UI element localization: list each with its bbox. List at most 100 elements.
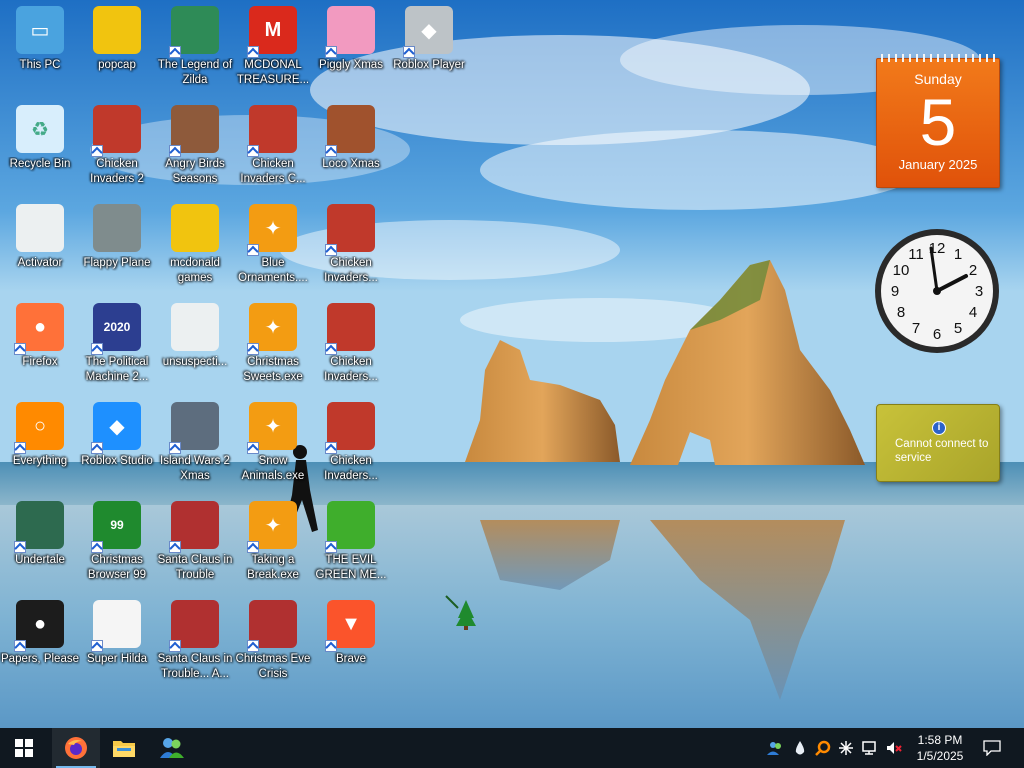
start-button[interactable] bbox=[0, 728, 48, 768]
desktop-icon[interactable]: 99 Christmas Browser 99 bbox=[77, 497, 157, 593]
desktop-icon-label: Chicken Invaders 2 bbox=[90, 158, 144, 185]
desktop-icon[interactable]: Loco Xmas bbox=[311, 101, 391, 197]
tray-search-icon[interactable] bbox=[815, 740, 831, 756]
desktop-icon[interactable]: Piggly Xmas bbox=[311, 2, 391, 98]
desktop-icon-label: Piggly Xmas bbox=[319, 59, 383, 71]
weather-gadget[interactable]: i Cannot connect to service bbox=[876, 404, 1000, 482]
svg-text:3: 3 bbox=[975, 283, 983, 300]
folder-icon bbox=[113, 741, 135, 757]
desktop-icon-label: Everything bbox=[12, 455, 68, 467]
santa-icon bbox=[169, 600, 219, 652]
svg-text:4: 4 bbox=[969, 304, 977, 321]
desktop-icon[interactable]: ✦ Snow Animals.exe bbox=[233, 398, 313, 494]
desktop-icon[interactable]: 2020 The Political Machine 2... bbox=[77, 299, 157, 395]
desktop-icon[interactable]: ♻ Recycle Bin bbox=[0, 101, 80, 197]
desktop-icon-label: Flappy Plane bbox=[83, 257, 151, 269]
desktop-icon[interactable]: ● Papers, Please bbox=[0, 596, 80, 692]
chicken-icon bbox=[325, 402, 375, 454]
desktop-icon[interactable]: ○ Everything bbox=[0, 398, 80, 494]
firefox-icon: ● bbox=[14, 303, 64, 355]
desktop-icon-label: Christmas Sweets.exe bbox=[243, 356, 303, 383]
taskbar-messenger[interactable] bbox=[148, 728, 196, 768]
shortcut-arrow-icon bbox=[247, 145, 259, 157]
tray-droplet-icon[interactable] bbox=[792, 740, 808, 756]
desktop-icon[interactable]: popcap bbox=[77, 2, 157, 98]
file-icon bbox=[171, 303, 219, 351]
shortcut-arrow-icon bbox=[14, 541, 26, 553]
desktop-icon[interactable]: Undertale bbox=[0, 497, 80, 593]
tray-network-icon[interactable] bbox=[862, 740, 878, 756]
desktop-icon-label: Papers, Please bbox=[1, 653, 79, 665]
desktop-icon[interactable]: Santa Claus in Trouble... A... bbox=[155, 596, 235, 692]
chicken-icon bbox=[325, 204, 375, 256]
desktop-icon[interactable]: Chicken Invaders C... bbox=[233, 101, 313, 197]
tray-volume-muted-icon[interactable] bbox=[886, 740, 902, 756]
desktop-icon[interactable]: Island Wars 2 Xmas bbox=[155, 398, 235, 494]
exe-icon: ✦ bbox=[247, 303, 297, 355]
desktop-icon[interactable]: ✦ Christmas Sweets.exe bbox=[233, 299, 313, 395]
pig-icon bbox=[325, 6, 375, 58]
tray-clock[interactable]: 1:58 PM 1/5/2025 bbox=[905, 732, 975, 764]
exe-icon: ✦ bbox=[247, 402, 297, 454]
desktop-icon[interactable]: Christmas Eve Crisis bbox=[233, 596, 313, 692]
desktop-icon[interactable]: ● Firefox bbox=[0, 299, 80, 395]
desktop-icon[interactable]: M MCDONAL TREASURE... bbox=[233, 2, 313, 98]
shortcut-arrow-icon bbox=[91, 640, 103, 652]
desktop-icon[interactable]: Chicken Invaders... bbox=[311, 398, 391, 494]
desktop-icon[interactable]: ✦ Taking a Break.exe bbox=[233, 497, 313, 593]
weather-error-message: Cannot connect to service bbox=[895, 438, 989, 464]
desktop-icon[interactable]: Flappy Plane bbox=[77, 200, 157, 296]
desktop-icon[interactable]: ✦ Blue Ornaments.... bbox=[233, 200, 313, 296]
desktop-icon[interactable]: Chicken Invaders... bbox=[311, 299, 391, 395]
shortcut-arrow-icon bbox=[169, 640, 181, 652]
desktop-icon[interactable]: ▼ Brave bbox=[311, 596, 391, 692]
desktop-icon-label: THE EVIL GREEN ME... bbox=[315, 554, 387, 581]
desktop-icon[interactable]: ◆ Roblox Studio bbox=[77, 398, 157, 494]
action-center-icon[interactable] bbox=[983, 740, 1001, 756]
tray-users-icon[interactable] bbox=[767, 740, 783, 756]
desktop-icon-label: The Political Machine 2... bbox=[85, 356, 149, 383]
shortcut-arrow-icon bbox=[169, 442, 181, 454]
tray-date: 1/5/2025 bbox=[916, 749, 964, 763]
mcdonalds-icon: M bbox=[247, 6, 297, 58]
undertale-icon bbox=[14, 501, 64, 553]
desktop-icon[interactable]: Chicken Invaders... bbox=[311, 200, 391, 296]
computer-icon: ▭ bbox=[16, 6, 64, 54]
shortcut-arrow-icon bbox=[325, 640, 337, 652]
desktop-icon[interactable]: Activator bbox=[0, 200, 80, 296]
bear-icon bbox=[325, 105, 375, 157]
shortcut-arrow-icon bbox=[91, 442, 103, 454]
taskbar-file-explorer[interactable] bbox=[100, 728, 148, 768]
taskbar-firefox[interactable] bbox=[52, 728, 100, 768]
shortcut-arrow-icon bbox=[325, 541, 337, 553]
desktop-icon-label: Chicken Invaders... bbox=[324, 257, 378, 284]
shortcut-arrow-icon bbox=[247, 541, 259, 553]
shortcut-arrow-icon bbox=[247, 244, 259, 256]
desktop-icon[interactable]: Angry Birds Seasons bbox=[155, 101, 235, 197]
desktop-icon[interactable]: The Legend of Zilda bbox=[155, 2, 235, 98]
hilda-icon bbox=[91, 600, 141, 652]
plane-icon bbox=[93, 204, 141, 252]
desktop-icon-label: Roblox Studio bbox=[81, 455, 153, 467]
taskbar: 1:58 PM 1/5/2025 bbox=[0, 728, 1024, 768]
desktop-icon[interactable]: mcdonald games bbox=[155, 200, 235, 296]
svg-text:1: 1 bbox=[954, 246, 962, 263]
santa-icon bbox=[169, 501, 219, 553]
calendar-gadget[interactable]: Sunday 5 January 2025 bbox=[876, 54, 1000, 188]
desktop-icon[interactable]: ▭ This PC bbox=[0, 2, 80, 98]
political-icon: 2020 bbox=[91, 303, 141, 355]
desktop-icon[interactable]: THE EVIL GREEN ME... bbox=[311, 497, 391, 593]
shortcut-arrow-icon bbox=[91, 343, 103, 355]
desktop-icon[interactable]: Santa Claus in Trouble bbox=[155, 497, 235, 593]
desktop-icon[interactable]: unsuspecti... bbox=[155, 299, 235, 395]
clock-gadget[interactable]: 12 1 2 3 4 5 6 7 8 9 10 11 bbox=[872, 226, 1002, 356]
desktop-icon[interactable]: ◆ Roblox Player bbox=[389, 2, 469, 98]
desktop-icon[interactable]: Super Hilda bbox=[77, 596, 157, 692]
desktop-icon-label: Chicken Invaders C... bbox=[240, 158, 306, 185]
desktop-icon[interactable]: Chicken Invaders 2 bbox=[77, 101, 157, 197]
game-icon bbox=[169, 6, 219, 58]
desktop-icon-label: Firefox bbox=[22, 356, 58, 368]
tray-snowflake-icon[interactable] bbox=[838, 740, 854, 756]
svg-text:10: 10 bbox=[893, 262, 910, 279]
desktop[interactable]: ▭ This PC popcap The Legend of Zilda M MCDONA… bbox=[0, 0, 1024, 728]
